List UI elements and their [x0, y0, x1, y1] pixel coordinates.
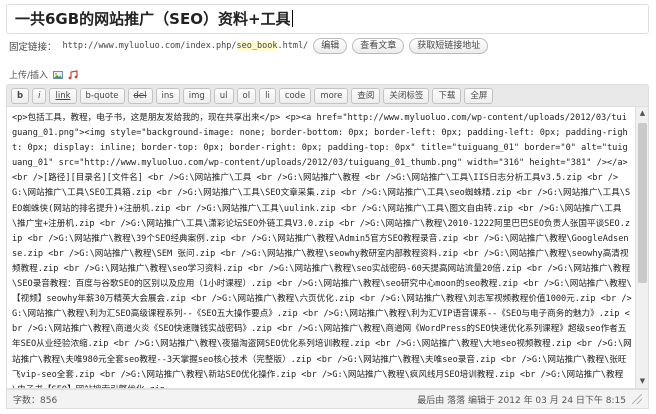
permalink-slug[interactable]: seo_book	[236, 41, 278, 51]
scroll-up-icon[interactable]: ▲	[638, 109, 647, 118]
scroll-thumb[interactable]	[638, 123, 647, 283]
qt-blockquote-button[interactable]: b-quote	[79, 87, 125, 104]
qt-link-button[interactable]: link	[49, 87, 77, 104]
qt-code-button[interactable]: code	[278, 87, 312, 104]
editor-status-bar: 字数：856 最后由 落落 编辑于 2012 年 03 月 24 日下午 8:1…	[6, 389, 649, 409]
qt-ol-button[interactable]: ol	[236, 87, 257, 104]
edit-permalink-button[interactable]: 编辑	[313, 38, 348, 54]
permalink-url-suffix: .html/	[277, 41, 309, 51]
qt-italic-button[interactable]: i	[32, 87, 47, 104]
qt-more-button[interactable]: more	[314, 87, 349, 104]
qt-ins-button[interactable]: ins	[155, 87, 180, 104]
qt-close-tags-button[interactable]: 关闭标签	[383, 87, 430, 104]
post-title-input[interactable]: 一共6GB的网站推广（SEO）资料+工具	[6, 4, 649, 34]
editor-scrollbar[interactable]: ▲ ▼	[635, 107, 648, 388]
qt-ul-button[interactable]: ul	[213, 87, 234, 104]
post-content-textarea[interactable]: <p>包括工具，教程，电子书，这是朋友发给我的，现在共享出来</p> <p><a…	[6, 106, 649, 389]
music-icon[interactable]	[68, 69, 78, 80]
qt-download-button[interactable]: 下载	[432, 87, 462, 104]
qt-li-button[interactable]: li	[259, 87, 276, 104]
text-cursor	[291, 10, 293, 27]
upload-insert-label: 上传/插入	[9, 71, 49, 81]
upload-insert-row: 上传/插入	[9, 68, 78, 81]
qt-img-button[interactable]: img	[182, 87, 211, 104]
permalink-label: 固定链接：	[9, 42, 57, 53]
image-icon[interactable]	[53, 70, 64, 80]
qt-bold-button[interactable]: b	[11, 87, 30, 104]
resize-grip-icon[interactable]	[632, 394, 642, 404]
scroll-down-icon[interactable]: ▼	[638, 377, 647, 386]
post-content-text: <p>包括工具，教程，电子书，这是朋友发给我的，现在共享出来</p> <p><a…	[12, 113, 632, 388]
post-title-text: 一共6GB的网站推广（SEO）资料+工具	[15, 10, 291, 28]
qt-del-button[interactable]: del	[127, 87, 153, 104]
permalink-row: 固定链接： http://www.myluoluo.com/index.php/…	[9, 38, 489, 54]
get-shortlink-button[interactable]: 获取短链接地址	[409, 38, 489, 54]
last-edited-info: 最后由 落落 编辑于 2012 年 03 月 24 日下午 8:15	[417, 395, 626, 406]
permalink-url-prefix: http://www.myluoluo.com/index.php/	[62, 41, 237, 51]
qt-lookup-button[interactable]: 查阅	[351, 87, 381, 104]
view-post-button[interactable]: 查看文章	[352, 38, 405, 54]
qt-fullscreen-button[interactable]: 全屏	[464, 87, 494, 104]
quicktags-toolbar: b i link b-quote del ins img ul ol li co…	[6, 84, 649, 106]
word-count: 字数：856	[13, 395, 58, 406]
